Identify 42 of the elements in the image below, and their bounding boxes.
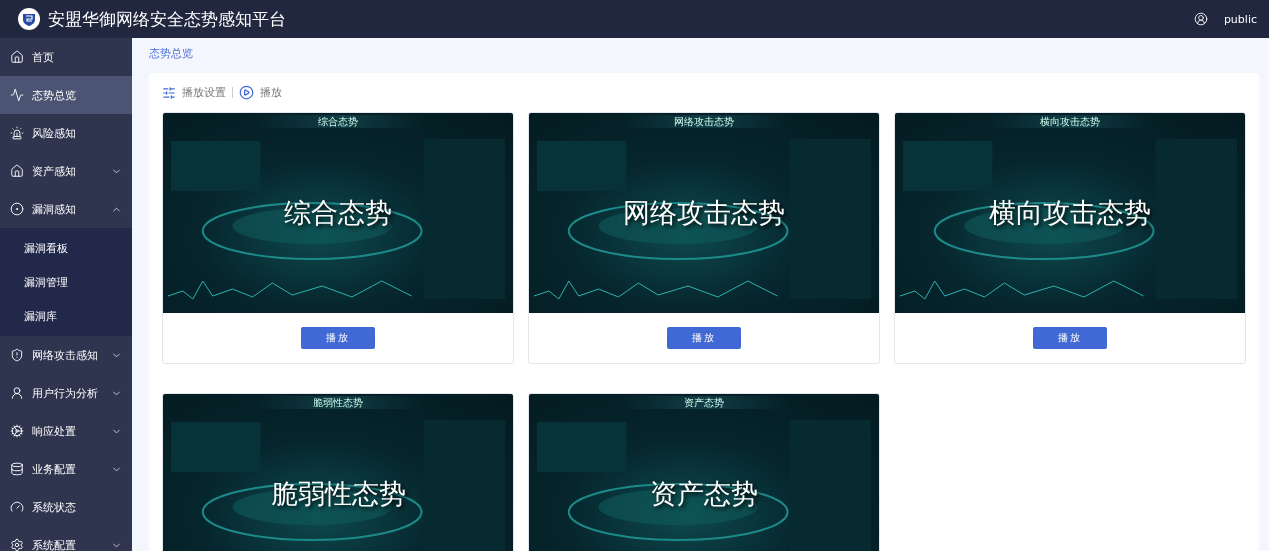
sidebar-item[interactable]: 首页 (0, 38, 132, 76)
preview-title: 资产态势 (650, 477, 758, 511)
gauge-icon (10, 500, 24, 514)
sidebar-subitem[interactable]: 漏洞库 (0, 299, 132, 333)
play-button[interactable]: 播放 (1033, 327, 1107, 349)
shield-icon (10, 348, 24, 362)
gear-icon (10, 424, 24, 438)
sliders-icon (162, 85, 176, 100)
sidebar-subitem[interactable]: 漏洞管理 (0, 265, 132, 299)
sidebar-item[interactable]: 系统配置 (0, 526, 132, 551)
sidebar-item[interactable]: 态势总览 (0, 76, 132, 114)
user-icon (10, 386, 24, 400)
user-icon[interactable] (1193, 12, 1208, 26)
house-icon (10, 164, 24, 178)
sidebar-item[interactable]: 响应处置 (0, 412, 132, 450)
logo-icon (18, 8, 40, 30)
play-button[interactable]: 播放 (239, 85, 282, 100)
breadcrumb[interactable]: 态势总览 (149, 46, 193, 61)
preview-title: 网络攻击态势 (623, 196, 785, 230)
home-icon (10, 50, 24, 64)
target-icon (10, 202, 24, 216)
sidebar-item[interactable]: 网络攻击感知 (0, 336, 132, 374)
play-settings-button[interactable]: 播放设置 (162, 85, 226, 100)
sidebar-item[interactable]: 系统状态 (0, 488, 132, 526)
sidebar-item[interactable]: 用户行为分析 (0, 374, 132, 412)
siren-icon (10, 126, 24, 140)
sidebar-item[interactable]: 业务配置 (0, 450, 132, 488)
play-button[interactable]: 播放 (301, 327, 375, 349)
preview-title: 脆弱性态势 (270, 477, 406, 511)
app-title: 安盟华御网络安全态势感知平台 (48, 7, 286, 31)
user-name[interactable]: public (1223, 12, 1257, 26)
preview-title: 综合态势 (284, 196, 392, 230)
sidebar-item[interactable]: 风险感知 (0, 114, 132, 152)
preview-title: 横向攻击态势 (989, 196, 1151, 230)
play-button[interactable]: 播放 (667, 327, 741, 349)
sidebar-subitem[interactable]: 漏洞看板 (0, 231, 132, 265)
play-icon (239, 85, 254, 100)
pulse-icon (10, 88, 24, 102)
sidebar-item[interactable]: 资产感知 (0, 152, 132, 190)
database-icon (10, 462, 24, 476)
settings-icon (10, 538, 24, 551)
sidebar-item[interactable]: 漏洞感知 (0, 190, 132, 228)
